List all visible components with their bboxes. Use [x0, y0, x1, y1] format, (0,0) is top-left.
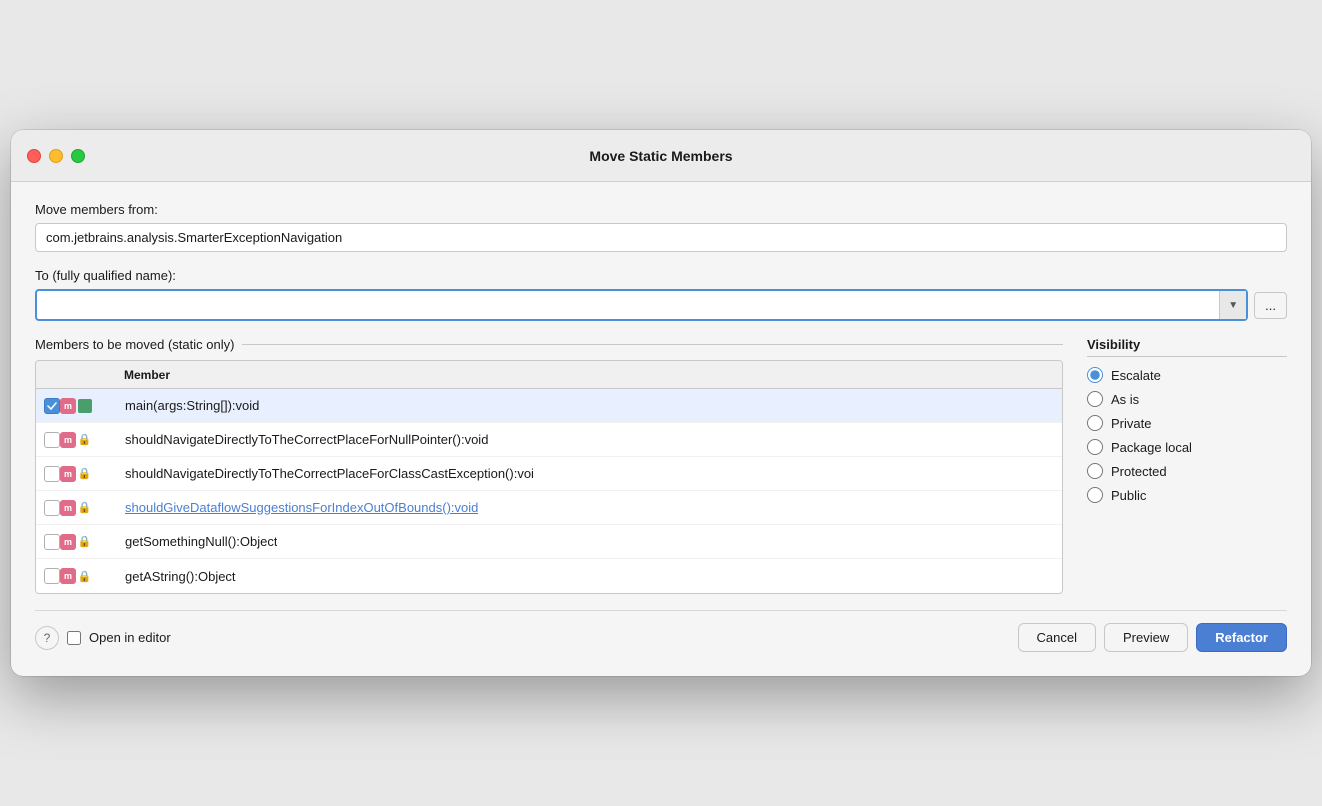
- radio-package-local-label: Package local: [1111, 440, 1192, 455]
- refactor-button[interactable]: Refactor: [1196, 623, 1287, 652]
- move-static-members-dialog: Move Static Members Move members from: c…: [11, 130, 1311, 676]
- table-row: m 🔒 shouldGiveDataflowSuggestionsForInde…: [36, 491, 1062, 525]
- minimize-button[interactable]: [49, 149, 63, 163]
- source-field: com.jetbrains.analysis.SmarterExceptionN…: [35, 223, 1287, 252]
- table-row: m 🔒 shouldNavigateDirectlyToTheCorrectPl…: [36, 423, 1062, 457]
- radio-public[interactable]: Public: [1087, 487, 1287, 503]
- close-button[interactable]: [27, 149, 41, 163]
- radio-protected-label: Protected: [1111, 464, 1167, 479]
- radio-as-is-input[interactable]: [1087, 391, 1103, 407]
- row6-text: getAString():Object: [125, 569, 236, 584]
- chevron-down-icon: ▼: [1228, 300, 1238, 311]
- radio-group: Escalate As is Private Package local: [1087, 367, 1287, 503]
- radio-package-local[interactable]: Package local: [1087, 439, 1287, 455]
- radio-escalate-label: Escalate: [1111, 368, 1161, 383]
- from-label: Move members from:: [35, 202, 1287, 217]
- destination-input-wrapper: ▼: [35, 289, 1248, 321]
- destination-input[interactable]: [37, 292, 1219, 319]
- help-button[interactable]: ?: [35, 626, 59, 650]
- radio-package-local-input[interactable]: [1087, 439, 1103, 455]
- footer-left: ? Open in editor: [35, 626, 1018, 650]
- method-icon: m: [60, 398, 76, 414]
- members-table: Member m main(args:String[: [35, 360, 1063, 594]
- table-row: m 🔒 getSomethingNull():Object: [36, 525, 1062, 559]
- row2-icons: m 🔒: [60, 432, 115, 448]
- table-row: m main(args:String[]):void: [36, 389, 1062, 423]
- row3-icons: m 🔒: [60, 466, 115, 482]
- flag-icon: [78, 399, 92, 413]
- dialog-body: Move members from: com.jetbrains.analysi…: [11, 182, 1311, 676]
- row3-text: shouldNavigateDirectlyToTheCorrectPlaceF…: [125, 466, 534, 481]
- to-label: To (fully qualified name):: [35, 268, 1287, 283]
- footer-buttons: Cancel Preview Refactor: [1018, 623, 1287, 652]
- visibility-title: Visibility: [1087, 337, 1287, 357]
- members-section: Members to be moved (static only) Member: [35, 337, 1063, 594]
- lock-icon: 🔒: [78, 570, 91, 583]
- row2-checkbox[interactable]: [44, 432, 60, 448]
- table-row: m 🔒 shouldNavigateDirectlyToTheCorrectPl…: [36, 457, 1062, 491]
- lock-icon: 🔒: [78, 433, 91, 446]
- ellipsis-button[interactable]: ...: [1254, 292, 1287, 319]
- method-icon: m: [60, 534, 76, 550]
- radio-public-input[interactable]: [1087, 487, 1103, 503]
- cancel-button[interactable]: Cancel: [1018, 623, 1096, 652]
- main-area: Members to be moved (static only) Member: [35, 337, 1287, 594]
- maximize-button[interactable]: [71, 149, 85, 163]
- traffic-lights: [27, 149, 85, 163]
- radio-as-is-label: As is: [1111, 392, 1139, 407]
- footer: ? Open in editor Cancel Preview Refactor: [35, 610, 1287, 656]
- method-icon: m: [60, 432, 76, 448]
- radio-private-label: Private: [1111, 416, 1151, 431]
- method-icon: m: [60, 466, 76, 482]
- row2-text: shouldNavigateDirectlyToTheCorrectPlaceF…: [125, 432, 488, 447]
- lock-icon: 🔒: [78, 501, 91, 514]
- row5-checkbox[interactable]: [44, 534, 60, 550]
- row3-checkbox[interactable]: [44, 466, 60, 482]
- member-column-header: Member: [44, 368, 170, 382]
- preview-button[interactable]: Preview: [1104, 623, 1188, 652]
- row4-checkbox[interactable]: [44, 500, 60, 516]
- row4-icons: m 🔒: [60, 500, 115, 516]
- lock-icon: 🔒: [78, 535, 91, 548]
- row1-text: main(args:String[]):void: [125, 398, 259, 413]
- row6-icons: m 🔒: [60, 568, 115, 584]
- row1-icons: m: [60, 398, 115, 414]
- row6-checkbox[interactable]: [44, 568, 60, 584]
- destination-row: ▼ ...: [35, 289, 1287, 321]
- method-icon: m: [60, 500, 76, 516]
- visibility-section: Visibility Escalate As is Private: [1087, 337, 1287, 594]
- members-section-label: Members to be moved (static only): [35, 337, 1063, 352]
- titlebar: Move Static Members: [11, 130, 1311, 182]
- radio-as-is[interactable]: As is: [1087, 391, 1287, 407]
- radio-private-input[interactable]: [1087, 415, 1103, 431]
- row1-checkbox[interactable]: [44, 398, 60, 414]
- table-row: m 🔒 getAString():Object: [36, 559, 1062, 593]
- radio-protected[interactable]: Protected: [1087, 463, 1287, 479]
- radio-private[interactable]: Private: [1087, 415, 1287, 431]
- radio-protected-input[interactable]: [1087, 463, 1103, 479]
- lock-icon: 🔒: [78, 467, 91, 480]
- open-in-editor-label: Open in editor: [89, 630, 171, 645]
- dropdown-arrow-button[interactable]: ▼: [1219, 291, 1246, 319]
- dialog-title: Move Static Members: [589, 148, 732, 164]
- row4-text[interactable]: shouldGiveDataflowSuggestionsForIndexOut…: [125, 500, 478, 515]
- radio-public-label: Public: [1111, 488, 1146, 503]
- row5-text: getSomethingNull():Object: [125, 534, 277, 549]
- row5-icons: m 🔒: [60, 534, 115, 550]
- radio-escalate[interactable]: Escalate: [1087, 367, 1287, 383]
- table-header: Member: [36, 361, 1062, 389]
- method-icon: m: [60, 568, 76, 584]
- open-in-editor-checkbox[interactable]: [67, 631, 81, 645]
- radio-escalate-input[interactable]: [1087, 367, 1103, 383]
